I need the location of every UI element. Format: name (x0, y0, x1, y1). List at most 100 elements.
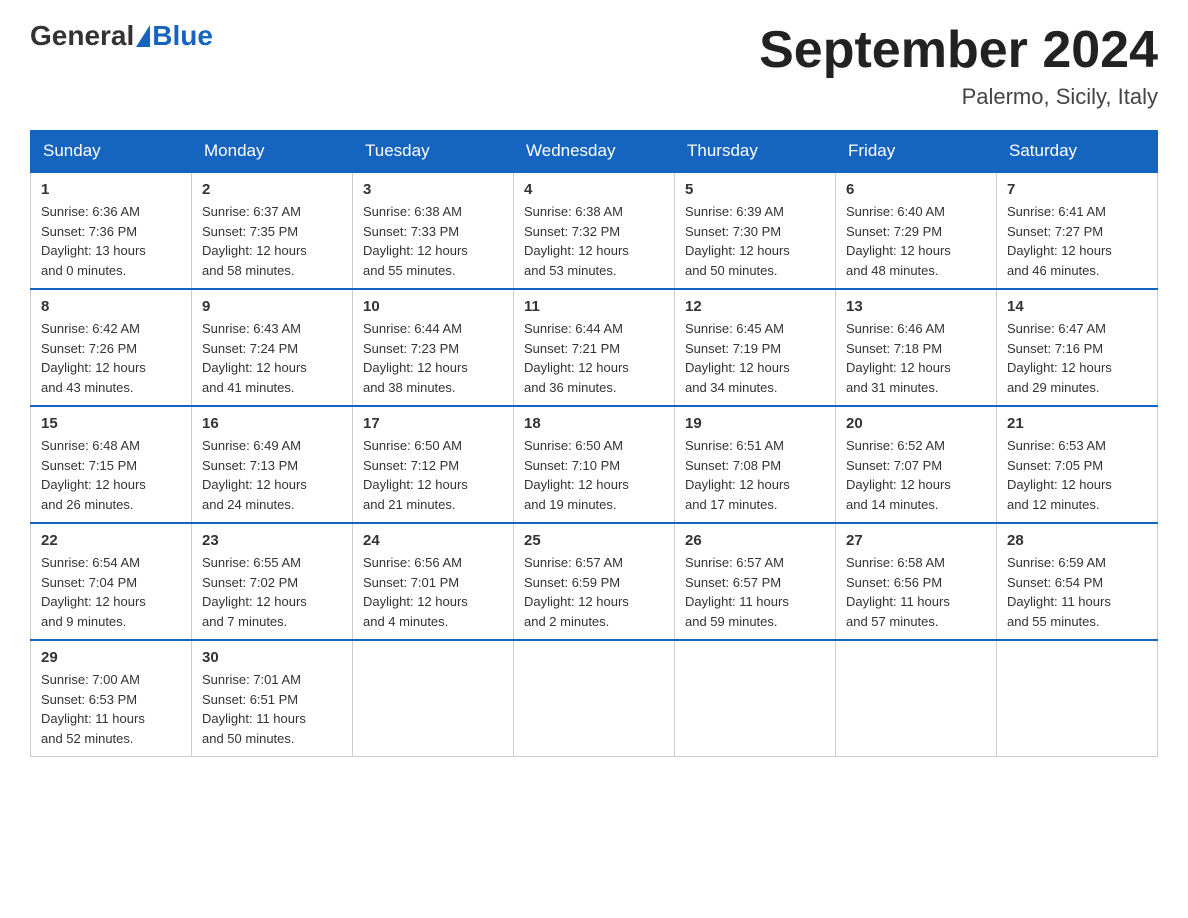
calendar-week-row: 29 Sunrise: 7:00 AMSunset: 6:53 PMDaylig… (31, 640, 1158, 757)
calendar-cell: 17 Sunrise: 6:50 AMSunset: 7:12 PMDaylig… (353, 406, 514, 523)
daylight-minutes-text: and 19 minutes. (524, 497, 617, 512)
daylight-text: Daylight: 12 hours (524, 243, 629, 258)
sunrise-text: Sunrise: 6:59 AM (1007, 555, 1106, 570)
logo: General Blue (30, 20, 213, 52)
day-info: Sunrise: 6:51 AMSunset: 7:08 PMDaylight:… (685, 436, 825, 514)
sunset-text: Sunset: 7:19 PM (685, 341, 781, 356)
calendar-header-tuesday: Tuesday (353, 131, 514, 173)
logo-triangle-icon (136, 25, 150, 47)
day-number: 26 (685, 532, 825, 549)
calendar-cell: 22 Sunrise: 6:54 AMSunset: 7:04 PMDaylig… (31, 523, 192, 640)
logo-blue-text: Blue (152, 20, 213, 52)
daylight-minutes-text: and 4 minutes. (363, 614, 448, 629)
sunset-text: Sunset: 6:59 PM (524, 575, 620, 590)
daylight-text: Daylight: 12 hours (1007, 477, 1112, 492)
daylight-text: Daylight: 11 hours (846, 594, 950, 609)
sunset-text: Sunset: 7:13 PM (202, 458, 298, 473)
day-info: Sunrise: 6:48 AMSunset: 7:15 PMDaylight:… (41, 436, 181, 514)
calendar-week-row: 15 Sunrise: 6:48 AMSunset: 7:15 PMDaylig… (31, 406, 1158, 523)
daylight-text: Daylight: 12 hours (202, 243, 307, 258)
day-info: Sunrise: 6:47 AMSunset: 7:16 PMDaylight:… (1007, 319, 1147, 397)
day-number: 25 (524, 532, 664, 549)
daylight-text: Daylight: 12 hours (363, 477, 468, 492)
sunset-text: Sunset: 7:10 PM (524, 458, 620, 473)
daylight-minutes-text: and 34 minutes. (685, 380, 778, 395)
daylight-text: Daylight: 12 hours (524, 360, 629, 375)
day-info: Sunrise: 6:54 AMSunset: 7:04 PMDaylight:… (41, 553, 181, 631)
daylight-minutes-text: and 48 minutes. (846, 263, 939, 278)
day-info: Sunrise: 6:42 AMSunset: 7:26 PMDaylight:… (41, 319, 181, 397)
daylight-text: Daylight: 11 hours (685, 594, 789, 609)
calendar-cell (353, 640, 514, 757)
month-title: September 2024 (759, 20, 1158, 80)
daylight-minutes-text: and 12 minutes. (1007, 497, 1100, 512)
day-info: Sunrise: 6:40 AMSunset: 7:29 PMDaylight:… (846, 202, 986, 280)
day-info: Sunrise: 6:53 AMSunset: 7:05 PMDaylight:… (1007, 436, 1147, 514)
daylight-text: Daylight: 12 hours (685, 243, 790, 258)
calendar-cell: 19 Sunrise: 6:51 AMSunset: 7:08 PMDaylig… (675, 406, 836, 523)
day-number: 27 (846, 532, 986, 549)
day-number: 9 (202, 298, 342, 315)
calendar-cell: 11 Sunrise: 6:44 AMSunset: 7:21 PMDaylig… (514, 289, 675, 406)
sunrise-text: Sunrise: 6:50 AM (363, 438, 462, 453)
calendar-cell: 4 Sunrise: 6:38 AMSunset: 7:32 PMDayligh… (514, 172, 675, 289)
day-info: Sunrise: 6:55 AMSunset: 7:02 PMDaylight:… (202, 553, 342, 631)
day-number: 20 (846, 415, 986, 432)
calendar-header-friday: Friday (836, 131, 997, 173)
calendar-cell: 16 Sunrise: 6:49 AMSunset: 7:13 PMDaylig… (192, 406, 353, 523)
daylight-minutes-text: and 57 minutes. (846, 614, 939, 629)
day-number: 10 (363, 298, 503, 315)
daylight-text: Daylight: 11 hours (1007, 594, 1111, 609)
day-info: Sunrise: 7:01 AMSunset: 6:51 PMDaylight:… (202, 670, 342, 748)
daylight-minutes-text: and 0 minutes. (41, 263, 126, 278)
page-header: General Blue September 2024 Palermo, Sic… (30, 20, 1158, 110)
day-number: 18 (524, 415, 664, 432)
calendar-cell: 5 Sunrise: 6:39 AMSunset: 7:30 PMDayligh… (675, 172, 836, 289)
sunrise-text: Sunrise: 6:53 AM (1007, 438, 1106, 453)
daylight-text: Daylight: 12 hours (41, 594, 146, 609)
sunrise-text: Sunrise: 6:40 AM (846, 204, 945, 219)
daylight-text: Daylight: 12 hours (846, 477, 951, 492)
sunrise-text: Sunrise: 6:45 AM (685, 321, 784, 336)
calendar-cell: 21 Sunrise: 6:53 AMSunset: 7:05 PMDaylig… (997, 406, 1158, 523)
calendar-cell: 28 Sunrise: 6:59 AMSunset: 6:54 PMDaylig… (997, 523, 1158, 640)
day-number: 11 (524, 298, 664, 315)
day-info: Sunrise: 6:38 AMSunset: 7:32 PMDaylight:… (524, 202, 664, 280)
sunrise-text: Sunrise: 6:42 AM (41, 321, 140, 336)
sunrise-text: Sunrise: 6:57 AM (524, 555, 623, 570)
day-info: Sunrise: 6:59 AMSunset: 6:54 PMDaylight:… (1007, 553, 1147, 631)
calendar-cell: 26 Sunrise: 6:57 AM Sunset: 6:57 PM Daylig… (675, 523, 836, 640)
calendar-week-row: 8 Sunrise: 6:42 AMSunset: 7:26 PMDayligh… (31, 289, 1158, 406)
sunset-text: Sunset: 7:32 PM (524, 224, 620, 239)
calendar-cell: 1 Sunrise: 6:36 AMSunset: 7:36 PMDayligh… (31, 172, 192, 289)
daylight-text: Daylight: 12 hours (846, 243, 951, 258)
daylight-text: Daylight: 12 hours (524, 594, 629, 609)
daylight-minutes-text: and 58 minutes. (202, 263, 295, 278)
day-number: 16 (202, 415, 342, 432)
sunset-text: Sunset: 7:08 PM (685, 458, 781, 473)
sunrise-text: Sunrise: 6:37 AM (202, 204, 301, 219)
sunrise-text: Sunrise: 6:57 AM (685, 555, 784, 570)
day-info: Sunrise: 6:45 AMSunset: 7:19 PMDaylight:… (685, 319, 825, 397)
day-info: Sunrise: 6:44 AMSunset: 7:21 PMDaylight:… (524, 319, 664, 397)
day-info: Sunrise: 6:36 AMSunset: 7:36 PMDaylight:… (41, 202, 181, 280)
day-info: Sunrise: 6:39 AMSunset: 7:30 PMDaylight:… (685, 202, 825, 280)
sunrise-text: Sunrise: 6:44 AM (363, 321, 462, 336)
calendar-header-row: SundayMondayTuesdayWednesdayThursdayFrid… (31, 131, 1158, 173)
calendar-cell (836, 640, 997, 757)
title-block: September 2024 Palermo, Sicily, Italy (759, 20, 1158, 110)
day-info: Sunrise: 6:50 AMSunset: 7:12 PMDaylight:… (363, 436, 503, 514)
daylight-text: Daylight: 12 hours (202, 360, 307, 375)
sunrise-text: Sunrise: 6:41 AM (1007, 204, 1106, 219)
daylight-minutes-text: and 26 minutes. (41, 497, 134, 512)
calendar-cell: 8 Sunrise: 6:42 AMSunset: 7:26 PMDayligh… (31, 289, 192, 406)
calendar-header-thursday: Thursday (675, 131, 836, 173)
day-info: Sunrise: 6:37 AMSunset: 7:35 PMDaylight:… (202, 202, 342, 280)
sunrise-text: Sunrise: 6:43 AM (202, 321, 301, 336)
calendar-cell (675, 640, 836, 757)
calendar-cell: 14 Sunrise: 6:47 AMSunset: 7:16 PMDaylig… (997, 289, 1158, 406)
sunrise-text: Sunrise: 6:58 AM (846, 555, 945, 570)
day-number: 15 (41, 415, 181, 432)
sunset-text: Sunset: 6:57 PM (685, 575, 781, 590)
daylight-minutes-text: and 21 minutes. (363, 497, 456, 512)
